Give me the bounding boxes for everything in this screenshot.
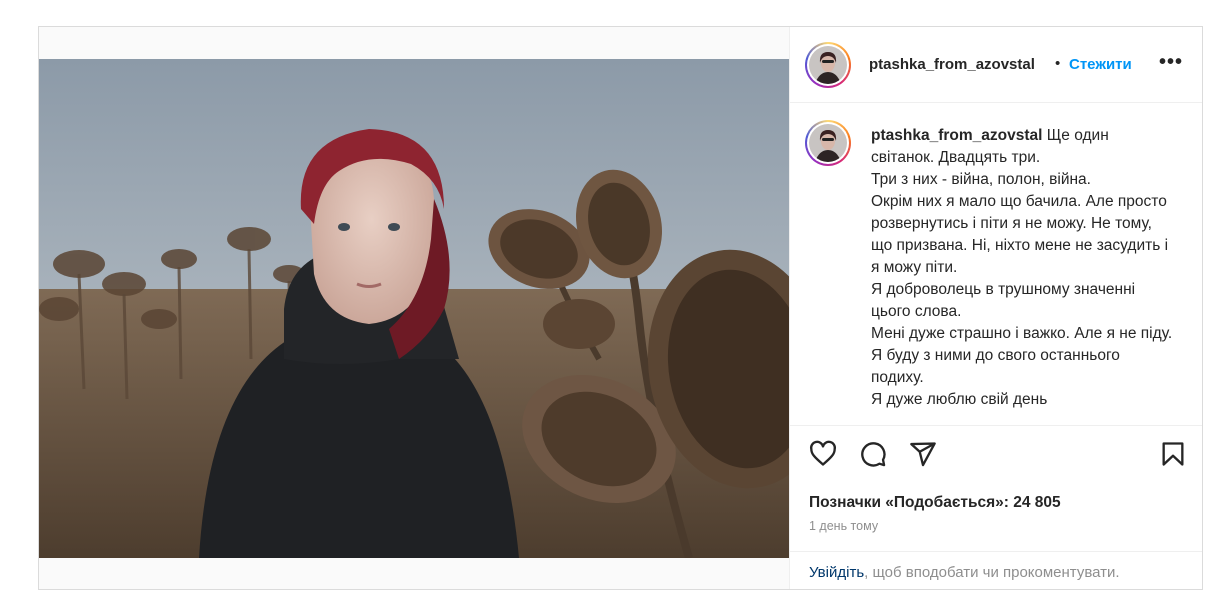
heart-icon[interactable] (809, 440, 837, 468)
share-icon[interactable] (909, 440, 937, 468)
post-header: ptashka_from_azovstal • Стежити ••• (789, 27, 1202, 103)
avatar-image (809, 124, 847, 162)
caption-username[interactable]: ptashka_from_azovstal (871, 127, 1042, 144)
post-caption: ptashka_from_azovstal Ще один світанок. … (871, 125, 1176, 411)
login-prompt-text: , щоб вподобати чи прокоментувати. (864, 564, 1120, 581)
post-sidebar: ptashka_from_azovstal • Стежити ••• ptas… (789, 27, 1202, 589)
caption-text: Ще один світанок. Двадцять три. Три з ни… (871, 127, 1173, 408)
post-media (39, 27, 790, 589)
follow-button[interactable]: Стежити (1069, 56, 1132, 73)
caption-area[interactable]: ptashka_from_azovstal Ще один світанок. … (789, 104, 1202, 425)
login-link[interactable]: Увійдіть (809, 564, 864, 581)
more-icon[interactable]: ••• (1159, 51, 1183, 74)
action-bar (789, 425, 1202, 483)
instagram-post: ptashka_from_azovstal • Стежити ••• ptas… (38, 26, 1203, 590)
caption-avatar[interactable] (805, 120, 851, 166)
comment-icon[interactable] (859, 440, 887, 468)
likes-count[interactable]: Позначки «Подобається»: 24 805 (809, 494, 1061, 512)
header-username[interactable]: ptashka_from_azovstal (869, 56, 1035, 73)
avatar-image (809, 46, 847, 84)
login-prompt: Увійдіть, щоб вподобати чи прокоментуват… (789, 551, 1202, 590)
avatar[interactable] (805, 42, 851, 88)
post-photo[interactable] (39, 59, 789, 558)
separator-dot: • (1055, 55, 1061, 72)
bookmark-icon[interactable] (1159, 440, 1187, 468)
post-timestamp[interactable]: 1 день тому (809, 519, 878, 533)
